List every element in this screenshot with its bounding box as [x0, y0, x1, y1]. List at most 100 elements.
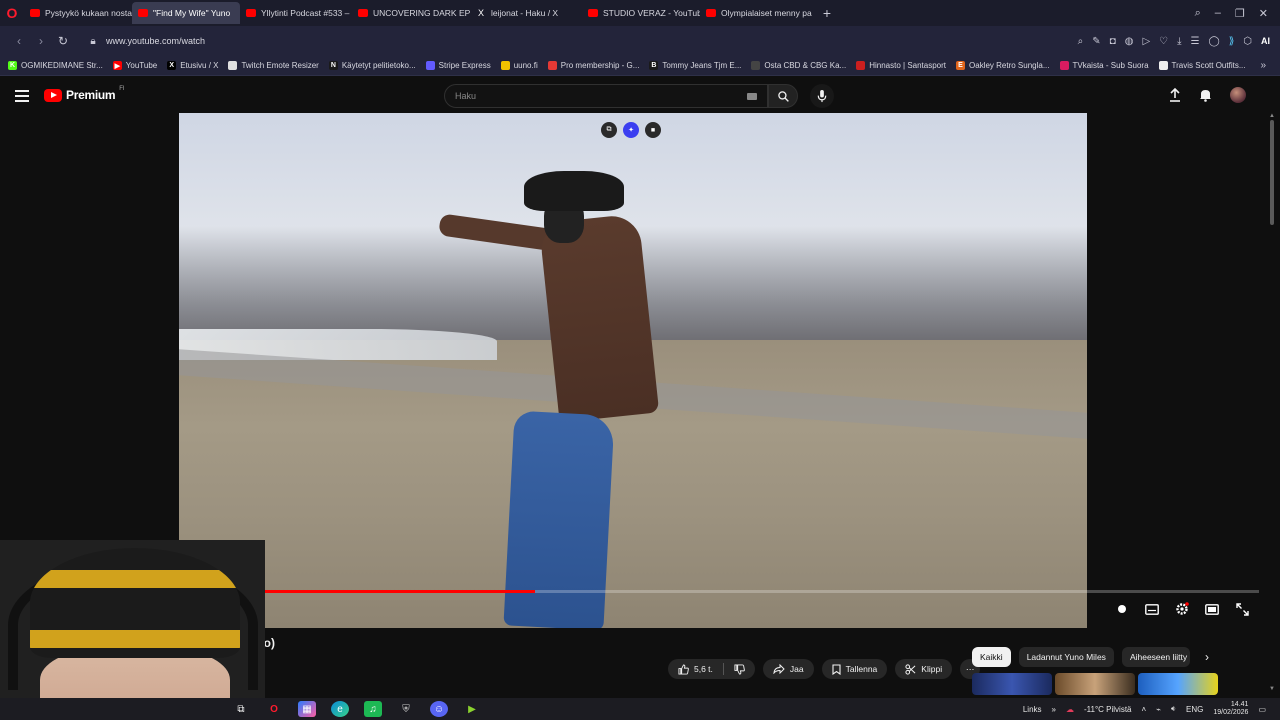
- related-video-thumbnail[interactable]: [1138, 673, 1218, 695]
- subtitles-icon[interactable]: [1144, 602, 1160, 616]
- clip-button[interactable]: Klippi: [895, 659, 953, 679]
- video-capture-icon[interactable]: ■: [645, 122, 661, 138]
- bookmark-item[interactable]: Stripe Express: [425, 61, 491, 70]
- bookmark-item[interactable]: ▶ YouTube: [112, 61, 157, 70]
- browser-tab-active[interactable]: "Find My Wife" Yuno: [132, 2, 240, 24]
- maximize-icon[interactable]: ❐: [1235, 7, 1245, 20]
- bookmark-favicon-icon: B: [649, 61, 659, 70]
- bookmark-item[interactable]: E Oakley Retro Sungla...: [956, 61, 1050, 70]
- reload-icon[interactable]: ↻: [52, 34, 74, 48]
- search-input[interactable]: Haku: [444, 84, 768, 108]
- page-scrollbar[interactable]: [1270, 120, 1274, 225]
- scroll-up-arrow-icon[interactable]: ▲: [1269, 113, 1275, 119]
- back-icon[interactable]: ‹: [8, 34, 30, 48]
- related-video-thumbnail[interactable]: [1055, 673, 1135, 695]
- extension-icon[interactable]: ⟫: [1229, 36, 1235, 47]
- weather-text[interactable]: -11°C Pilvistä: [1084, 705, 1132, 714]
- edge-app-icon[interactable]: e: [331, 701, 349, 717]
- tab-search-icon[interactable]: ⌕: [1195, 7, 1201, 20]
- minimize-icon[interactable]: –: [1215, 7, 1221, 20]
- browser-tab[interactable]: Xleijonat - Haku / X: [470, 2, 582, 24]
- fullscreen-icon[interactable]: [1234, 602, 1250, 616]
- browser-tab[interactable]: Olympialaiset menny pah: [700, 2, 812, 24]
- video-progress-bar[interactable]: [179, 590, 1259, 593]
- video-popout-icon[interactable]: ⧉: [601, 122, 617, 138]
- download-icon[interactable]: ⤓: [1177, 36, 1181, 47]
- autoplay-toggle[interactable]: [1114, 602, 1130, 616]
- new-tab-button[interactable]: +: [818, 4, 836, 22]
- chip-uploader[interactable]: Ladannut Yuno Miles: [1018, 647, 1114, 667]
- account-avatar[interactable]: [1230, 87, 1246, 103]
- media-app-icon[interactable]: ▶: [463, 701, 481, 717]
- cube-icon[interactable]: ⬡: [1243, 36, 1252, 47]
- browser-tab[interactable]: UNCOVERING DARK EPST: [352, 2, 470, 24]
- discord-app-icon[interactable]: ☺: [430, 701, 448, 717]
- bookmarks-more-icon[interactable]: »: [1260, 60, 1280, 71]
- menu-lines-icon[interactable]: ☰: [1191, 36, 1200, 47]
- video-player[interactable]: ⧉ ✦ ■: [179, 113, 1087, 628]
- keyboard-icon[interactable]: [747, 93, 757, 100]
- bookmark-favicon-icon: [1059, 61, 1069, 70]
- bookmark-item[interactable]: B Tommy Jeans Tjm E...: [649, 61, 741, 70]
- links-chevron-icon[interactable]: »: [1052, 705, 1056, 714]
- video-ai-icon[interactable]: ✦: [623, 122, 639, 138]
- close-icon[interactable]: ✕: [1259, 7, 1268, 20]
- voice-search-button[interactable]: [810, 84, 834, 108]
- browser-tab[interactable]: Yllytinti Podcast #533 – Ic: [240, 2, 352, 24]
- hamburger-menu-icon[interactable]: [15, 90, 29, 102]
- browser-tab[interactable]: STUDIO VERAZ - YouTube: [582, 2, 700, 24]
- profile-icon[interactable]: ◯: [1209, 36, 1220, 47]
- chevron-right-icon[interactable]: ›: [1198, 648, 1216, 666]
- chip-all[interactable]: Kaikki: [972, 647, 1011, 667]
- chip-related[interactable]: Aiheeseen liitty: [1121, 647, 1190, 667]
- bookmark-item[interactable]: Pro membership - G...: [547, 61, 639, 70]
- clock[interactable]: 14.41 19/02/2026: [1213, 701, 1248, 717]
- bookmark-item[interactable]: Twitch Emote Resizer: [228, 61, 319, 70]
- dislike-button[interactable]: [724, 659, 755, 679]
- save-button[interactable]: Tallenna: [821, 659, 888, 679]
- bookmark-item[interactable]: N Käytetyt pelitietoko...: [328, 61, 416, 70]
- bookmark-item[interactable]: Travis Scott Outfits...: [1158, 61, 1246, 70]
- volume-icon[interactable]: 🔉︎: [1171, 704, 1176, 714]
- network-icon[interactable]: ⌁: [1156, 705, 1161, 714]
- notifications-icon[interactable]: ▭: [1258, 705, 1266, 714]
- spotify-like-app-icon[interactable]: ♫: [364, 701, 382, 717]
- heart-icon[interactable]: ♡: [1159, 36, 1168, 47]
- player-icon[interactable]: ▷: [1142, 36, 1150, 47]
- shield-app-icon[interactable]: ⛨: [397, 701, 415, 717]
- notifications-bell-icon[interactable]: [1199, 88, 1212, 102]
- url-field[interactable]: www.youtube.com/watch: [106, 36, 205, 46]
- related-video-thumbnail[interactable]: [972, 673, 1052, 695]
- search-button[interactable]: [768, 84, 798, 108]
- forward-icon[interactable]: ›: [30, 34, 52, 48]
- edit-icon[interactable]: ✎: [1092, 36, 1100, 47]
- window-controls: ⌕ – ❐ ✕: [1195, 7, 1280, 20]
- task-view-icon[interactable]: ⧉: [232, 701, 250, 717]
- bookmark-item[interactable]: TVkaista - Sub Suora: [1059, 61, 1149, 70]
- bookmark-item[interactable]: Hinnasto | Santasport: [856, 61, 946, 70]
- links-toolbar[interactable]: Links: [1023, 705, 1042, 714]
- youtube-premium-logo[interactable]: Premium FI: [44, 86, 125, 102]
- opera-logo-icon[interactable]: O: [0, 0, 24, 26]
- settings-gear-icon[interactable]: [1174, 602, 1190, 616]
- theater-mode-icon[interactable]: [1204, 602, 1220, 616]
- store-app-icon[interactable]: ▦: [298, 701, 316, 717]
- upload-icon[interactable]: [1169, 88, 1181, 102]
- bookmark-item[interactable]: X Etusivu / X: [167, 61, 218, 70]
- scroll-down-arrow-icon[interactable]: ▼: [1269, 686, 1275, 692]
- share-button[interactable]: Jaa: [762, 659, 814, 679]
- browser-tab[interactable]: Pystyykö kukaan nostam: [24, 2, 132, 24]
- weather-icon[interactable]: ☁: [1066, 705, 1074, 714]
- opera-app-icon[interactable]: O: [265, 701, 283, 717]
- search-icon[interactable]: ⌕: [1078, 36, 1084, 47]
- bookmark-item[interactable]: Osta CBD & CBG Ka...: [751, 61, 846, 70]
- lock-icon[interactable]: 🔒︎: [84, 36, 102, 47]
- tray-up-chevron-icon[interactable]: ˄: [1142, 705, 1147, 714]
- vpn-icon[interactable]: ◍: [1125, 36, 1134, 47]
- like-button[interactable]: 5,6 t.: [668, 659, 723, 679]
- camera-icon[interactable]: ◘: [1110, 36, 1116, 47]
- aria-ai-button[interactable]: AI: [1261, 36, 1270, 46]
- bookmark-item[interactable]: uuno.fi: [500, 61, 538, 70]
- bookmark-item[interactable]: K OGMIKEDIMANE Str...: [8, 61, 103, 70]
- language-indicator[interactable]: ENG: [1186, 705, 1203, 714]
